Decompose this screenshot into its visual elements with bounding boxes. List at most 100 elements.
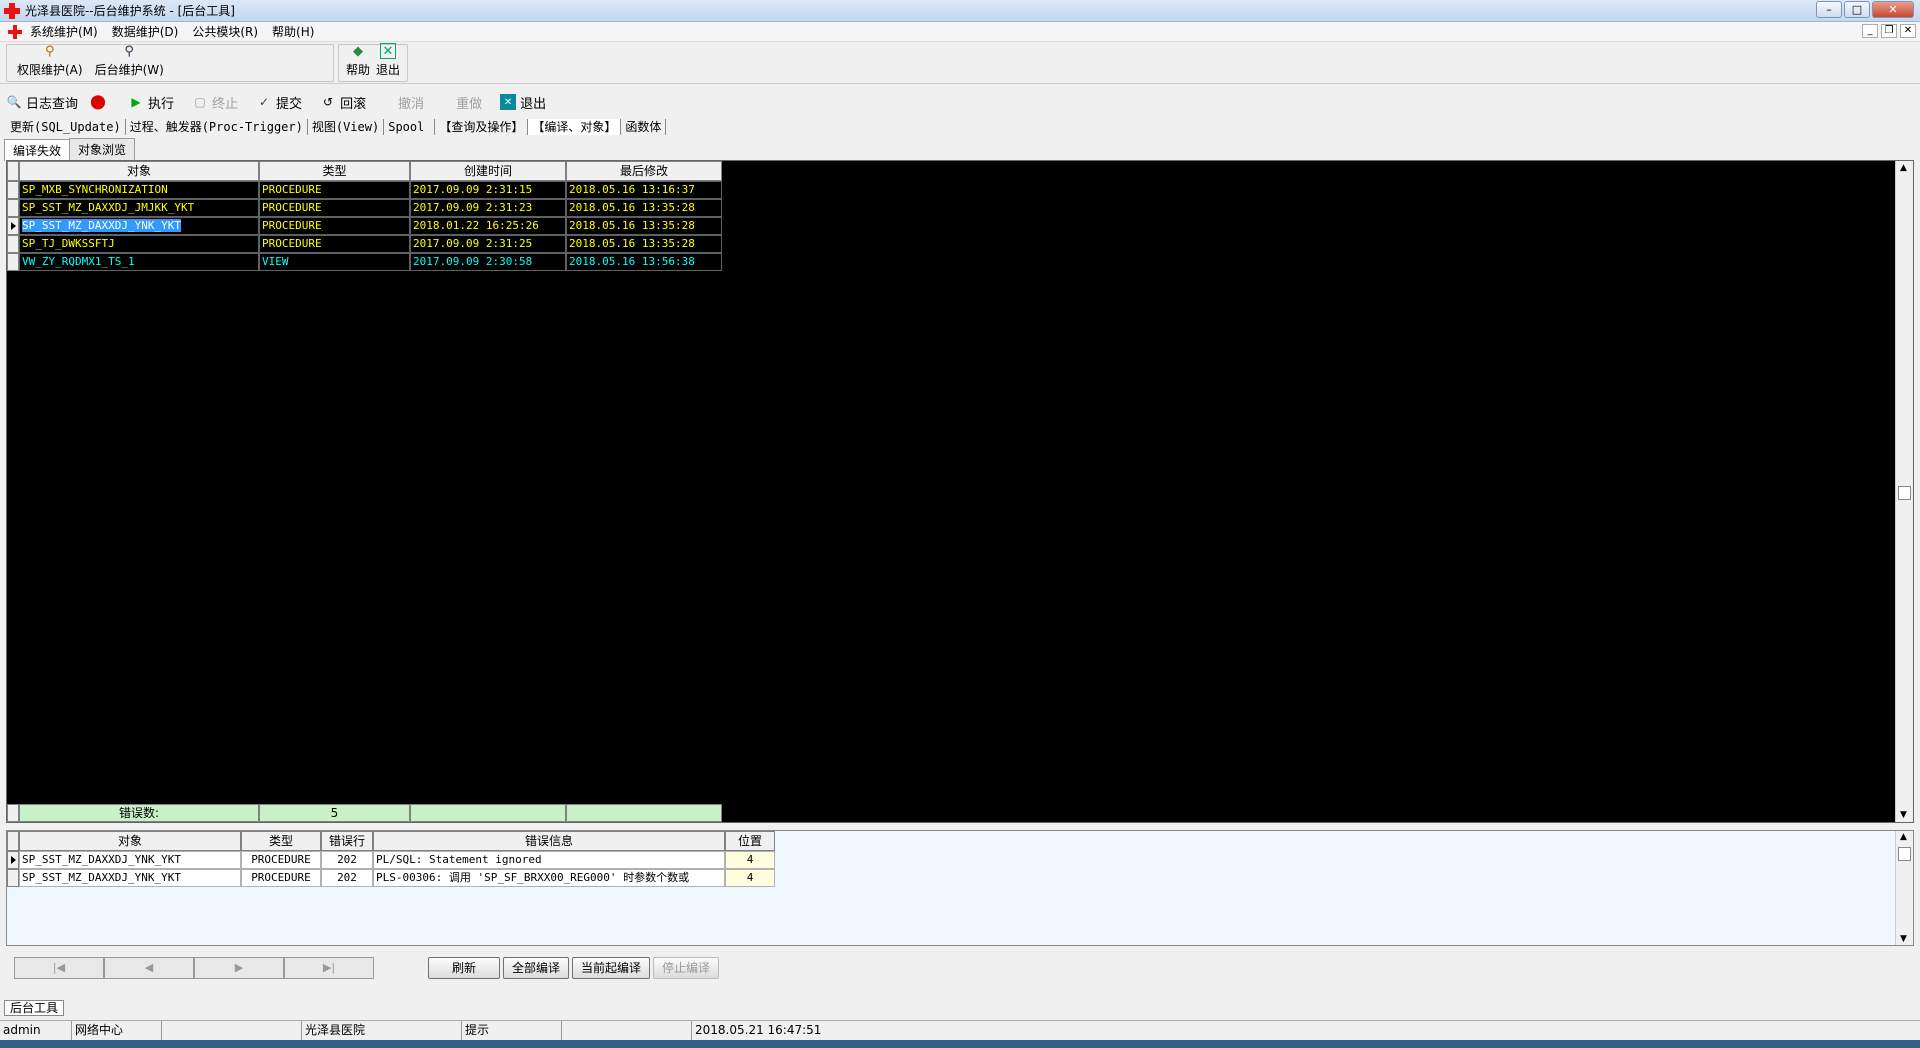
cell-line[interactable]: 202 xyxy=(321,851,373,869)
maximize-button[interactable]: □ xyxy=(1844,1,1870,18)
cell-pos[interactable]: 4 xyxy=(725,851,775,869)
cell-modified[interactable]: 2018.05.16 13:35:28 xyxy=(566,217,722,235)
cell-modified[interactable]: 2018.05.16 13:35:28 xyxy=(566,235,722,253)
menu-system[interactable]: 系统维护(M) xyxy=(30,23,98,40)
tab-compile-invalid[interactable]: 编译失效 xyxy=(4,139,71,161)
row-indicator[interactable] xyxy=(7,217,19,235)
nav-last-button[interactable]: ▶| xyxy=(284,957,374,979)
exit-sql-button[interactable]: ✕ 退出 xyxy=(500,93,546,112)
cell-object[interactable]: SP_SST_MZ_DAXXDJ_YNK_YKT xyxy=(19,851,241,869)
errors-grid[interactable]: 对象 类型 错误行 错误信息 位置 SP_SST_MZ_DAXXDJ_YNK_Y… xyxy=(6,830,1914,946)
tab-query-operate[interactable]: 【查询及操作】 xyxy=(435,119,529,135)
table-row[interactable]: SP_SST_MZ_DAXXDJ_YNK_YKT PROCEDURE 202 PL/S… xyxy=(7,851,775,869)
cell-type[interactable]: VIEW xyxy=(259,253,410,271)
execute-button[interactable]: ▶ 执行 xyxy=(128,93,174,112)
nav-next-button[interactable]: ▶ xyxy=(194,957,284,979)
col-error-type[interactable]: 类型 xyxy=(241,831,321,851)
col-error-line[interactable]: 错误行 xyxy=(321,831,373,851)
commit-button[interactable]: ✓ 提交 xyxy=(256,93,302,112)
exit-button[interactable]: ✕ 退出 xyxy=(376,43,400,78)
cell-type[interactable]: PROCEDURE xyxy=(259,235,410,253)
cell-pos[interactable]: 4 xyxy=(725,869,775,887)
cell-type[interactable]: PROCEDURE xyxy=(241,869,321,887)
cell-modified[interactable]: 2018.05.16 13:35:28 xyxy=(566,199,722,217)
col-error-message[interactable]: 错误信息 xyxy=(373,831,725,851)
cell-type[interactable]: PROCEDURE xyxy=(241,851,321,869)
objects-grid[interactable]: 对象 类型 创建时间 最后修改 SP_MXB_SYNCHRONIZATION PR… xyxy=(6,160,1914,823)
table-row[interactable]: VW_ZY_RQDMX1_TS_1 VIEW 2017.09.09 2:30:58 2… xyxy=(7,253,722,271)
table-row[interactable]: SP_TJ_DWKSSFTJ PROCEDURE 2017.09.09 2:31:2… xyxy=(7,235,722,253)
menu-data[interactable]: 数据维护(D) xyxy=(112,23,179,40)
minimize-button[interactable]: – xyxy=(1816,1,1842,18)
row-indicator[interactable] xyxy=(7,235,19,253)
compile-from-current-button[interactable]: 当前起编译 xyxy=(572,957,651,979)
mdi-close-button[interactable]: ✕ xyxy=(1900,24,1916,38)
cell-object[interactable]: SP_MXB_SYNCHRONIZATION xyxy=(19,181,259,199)
scroll-down-icon[interactable]: ▼ xyxy=(1900,810,1907,820)
cell-created[interactable]: 2018.01.22 16:25:26 xyxy=(410,217,566,235)
cell-object[interactable]: SP_SST_MZ_DAXXDJ_YNK_YKT xyxy=(19,217,259,235)
mdi-tab-backend-tools[interactable]: 后台工具 xyxy=(4,1000,65,1016)
row-indicator[interactable] xyxy=(7,253,19,271)
col-created[interactable]: 创建时间 xyxy=(410,161,566,181)
cell-type[interactable]: PROCEDURE xyxy=(259,181,410,199)
cell-object[interactable]: SP_TJ_DWKSSFTJ xyxy=(19,235,259,253)
cell-created[interactable]: 2017.09.09 2:31:15 xyxy=(410,181,566,199)
cell-type[interactable]: PROCEDURE xyxy=(259,217,410,235)
objects-grid-scrollbar[interactable]: ▲ ▼ xyxy=(1895,161,1913,822)
tab-function-body[interactable]: 函数体 xyxy=(621,119,667,135)
scroll-thumb[interactable] xyxy=(1898,486,1911,500)
scroll-thumb[interactable] xyxy=(1898,847,1911,861)
table-row[interactable]: SP_SST_MZ_DAXXDJ_YNK_YKT PROCEDURE 2018.01… xyxy=(7,217,722,235)
rollback-button[interactable]: ↺ 回滚 xyxy=(320,93,366,112)
col-error-pos[interactable]: 位置 xyxy=(725,831,775,851)
cell-modified[interactable]: 2018.05.16 13:16:37 xyxy=(566,181,722,199)
refresh-button[interactable]: 刷新 xyxy=(428,957,500,979)
menu-common[interactable]: 公共模块(R) xyxy=(192,23,258,40)
mdi-restore-button[interactable]: ❐ xyxy=(1881,24,1897,38)
col-error-object[interactable]: 对象 xyxy=(19,831,241,851)
row-indicator[interactable] xyxy=(7,199,19,217)
help-button[interactable]: ◆ 帮助 xyxy=(346,43,370,78)
tab-view[interactable]: 视图(View) xyxy=(308,119,385,135)
cell-object[interactable]: SP_SST_MZ_DAXXDJ_YNK_YKT xyxy=(19,869,241,887)
cell-created[interactable]: 2017.09.09 2:31:23 xyxy=(410,199,566,217)
menu-help[interactable]: 帮助(H) xyxy=(272,23,314,40)
scroll-up-icon[interactable]: ▲ xyxy=(1900,832,1907,842)
stop-compile-button[interactable]: 停止编译 xyxy=(653,957,720,979)
col-type[interactable]: 类型 xyxy=(259,161,410,181)
tab-compile-object[interactable]: 【编译、对象】 xyxy=(528,119,622,135)
cell-object[interactable]: VW_ZY_RQDMX1_TS_1 xyxy=(19,253,259,271)
scroll-down-icon[interactable]: ▼ xyxy=(1900,934,1907,944)
permission-button[interactable]: ⚲ 权限维护(A) xyxy=(17,43,83,78)
scroll-up-icon[interactable]: ▲ xyxy=(1900,163,1907,173)
nav-prev-button[interactable]: ◀ xyxy=(104,957,194,979)
tab-proc-trigger[interactable]: 过程、触发器(Proc-Trigger) xyxy=(126,119,308,135)
tab-sql-update[interactable]: 更新(SQL_Update) xyxy=(6,119,126,135)
row-indicator[interactable] xyxy=(7,869,19,887)
cell-line[interactable]: 202 xyxy=(321,869,373,887)
cell-type[interactable]: PROCEDURE xyxy=(259,199,410,217)
cell-modified[interactable]: 2018.05.16 13:56:38 xyxy=(566,253,722,271)
nav-first-button[interactable]: |◀ xyxy=(14,957,104,979)
table-row[interactable]: SP_SST_MZ_DAXXDJ_YNK_YKT PROCEDURE 202 PLS-… xyxy=(7,869,775,887)
cell-created[interactable]: 2017.09.09 2:31:25 xyxy=(410,235,566,253)
tab-spool[interactable]: Spool xyxy=(384,119,436,135)
log-query-button[interactable]: 🔍 日志查询 xyxy=(6,93,79,112)
undo-button[interactable]: 撤消 xyxy=(398,93,424,112)
backend-maint-button[interactable]: ⚲ 后台维护(W) xyxy=(95,43,164,78)
row-indicator[interactable] xyxy=(7,181,19,199)
cell-object[interactable]: SP_SST_MZ_DAXXDJ_JMJKK_YKT xyxy=(19,199,259,217)
col-object[interactable]: 对象 xyxy=(19,161,259,181)
col-modified[interactable]: 最后修改 xyxy=(566,161,722,181)
close-button[interactable]: ✕ xyxy=(1872,1,1914,18)
cell-created[interactable]: 2017.09.09 2:30:58 xyxy=(410,253,566,271)
terminate-button[interactable]: ▢ 终止 xyxy=(192,93,238,112)
row-indicator[interactable] xyxy=(7,851,19,869)
stop-sign-button[interactable]: ⬤ xyxy=(90,94,110,110)
cell-message[interactable]: PL/SQL: Statement ignored xyxy=(373,851,725,869)
errors-grid-scrollbar[interactable]: ▲ ▼ xyxy=(1895,831,1913,945)
mdi-minimize-button[interactable]: _ xyxy=(1862,24,1878,38)
table-row[interactable]: SP_MXB_SYNCHRONIZATION PROCEDURE 2017.09.0… xyxy=(7,181,722,199)
cell-message[interactable]: PLS-00306: 调用 'SP_SF_BRXX00_REG000' 时参数个… xyxy=(373,869,725,887)
